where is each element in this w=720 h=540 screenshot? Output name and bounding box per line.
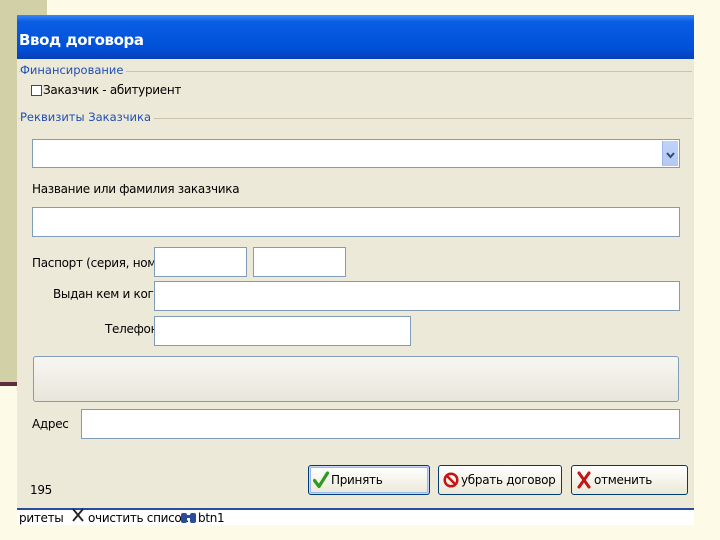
address-label: Адрес — [32, 417, 69, 431]
issued-by-label: Выдан кем и когда — [53, 287, 169, 301]
contract-entry-dialog: Ввод договора Финансирование Заказчик - … — [17, 15, 694, 525]
cancel-button-label: отменить — [594, 473, 653, 487]
title-bar[interactable]: Ввод договора — [17, 15, 694, 59]
record-number: 195 — [30, 483, 53, 497]
chevron-down-icon — [666, 144, 675, 163]
status-item-priorities[interactable]: ритеты — [19, 511, 64, 525]
passport-series-field[interactable] — [154, 247, 247, 277]
phone-label: Телефон — [105, 322, 159, 336]
blank-panel — [33, 356, 679, 402]
dropdown-button[interactable] — [662, 141, 678, 166]
x-icon — [576, 471, 592, 489]
remove-contract-button[interactable]: убрать договор — [438, 465, 562, 495]
address-field[interactable] — [81, 409, 680, 439]
status-item-clear-list[interactable]: очистить список — [88, 511, 189, 525]
customer-group-label: Реквизиты Заказчика — [20, 110, 155, 124]
applicant-customer-checkbox[interactable] — [31, 85, 42, 96]
passport-number-field[interactable] — [253, 247, 346, 277]
customer-name-field[interactable] — [32, 207, 680, 237]
issued-by-field[interactable] — [154, 281, 680, 311]
accept-button-label: Принять — [331, 473, 383, 487]
applicant-customer-label: Заказчик - абитуриент — [43, 83, 182, 97]
customer-name-label: Название или фамилия заказчика — [32, 182, 240, 196]
status-bar: ритеты очистить список btn1 — [17, 508, 694, 525]
window-title: Ввод договора — [19, 31, 144, 49]
accept-button[interactable]: Принять — [308, 465, 430, 495]
checkmark-icon — [312, 471, 330, 489]
financing-group-label: Финансирование — [20, 63, 127, 77]
phone-field[interactable] — [154, 316, 411, 346]
remove-contract-button-label: убрать договор — [461, 473, 556, 487]
no-entry-icon — [443, 471, 459, 489]
cancel-button[interactable]: отменить — [571, 465, 688, 495]
binoculars-icon — [180, 510, 197, 527]
status-item-btn1[interactable]: btn1 — [198, 511, 225, 525]
customer-select[interactable] — [32, 139, 680, 168]
clear-list-x-icon — [71, 507, 85, 526]
